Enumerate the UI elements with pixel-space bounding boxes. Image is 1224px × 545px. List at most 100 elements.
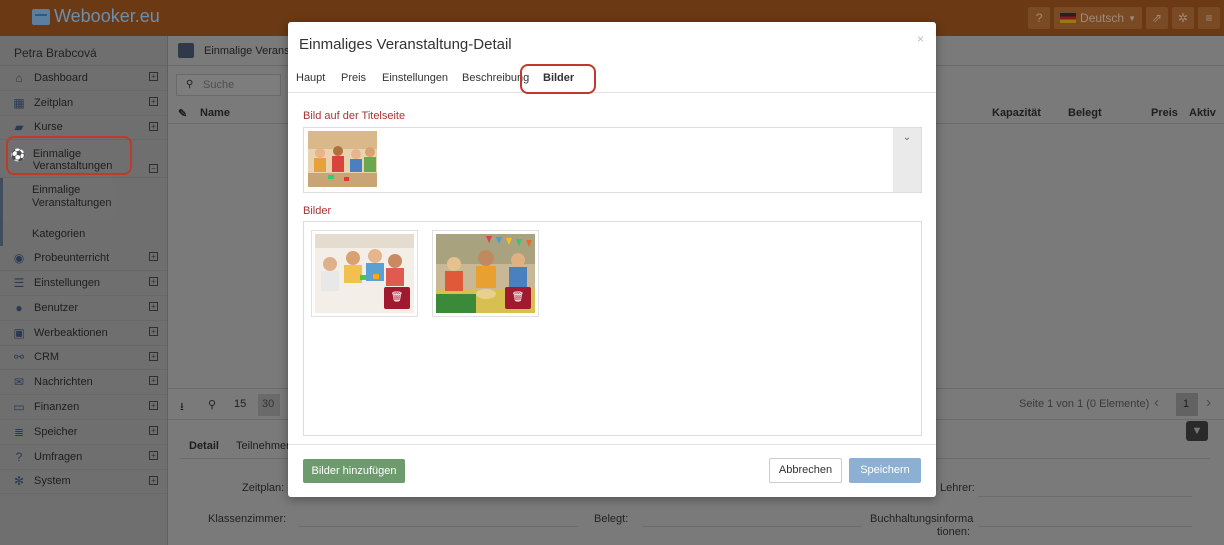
- sidebar-item-label: Benutzer: [34, 301, 79, 314]
- sidebar-item-label: Werbeaktionen: [34, 326, 108, 339]
- sidebar-item-speicher[interactable]: ≣ Speicher +: [0, 420, 167, 445]
- sidebar-item-label: CRM: [34, 351, 60, 364]
- cancel-button[interactable]: Abbrechen: [769, 458, 842, 483]
- submenu: Einmalige Veranstaltungen Kategorien: [0, 178, 167, 247]
- search-icon[interactable]: ⚲: [208, 398, 216, 411]
- field-zeitplan-label: Zeitplan:: [242, 482, 285, 494]
- refresh-icon[interactable]: [178, 43, 194, 58]
- gallery-image[interactable]: 🗑: [432, 230, 539, 317]
- sidebar-item-werbeaktionen[interactable]: ▣ Werbeaktionen +: [0, 321, 167, 346]
- chevron-right-icon[interactable]: ›: [1206, 394, 1211, 411]
- envelope-icon: ✉: [13, 375, 25, 390]
- german-flag-icon: [1060, 13, 1077, 23]
- modal-tabs: Haupt Preis Einstellungen Beschreibung B…: [288, 66, 936, 93]
- column-active[interactable]: Aktiv: [1189, 107, 1216, 119]
- tab-haupt[interactable]: Haupt: [296, 72, 325, 84]
- trash-icon[interactable]: 🗑: [384, 287, 410, 309]
- column-booked[interactable]: Belegt: [1068, 107, 1102, 119]
- field-buchhaltung-label: Buchhaltungsinforma tionen:: [870, 513, 973, 539]
- close-icon[interactable]: ×: [917, 32, 924, 46]
- home-icon: ⌂: [15, 70, 23, 85]
- app-logo-text: Webooker.eu: [54, 6, 160, 26]
- sliders-icon: ☰: [13, 276, 25, 291]
- expand-icon[interactable]: +: [149, 301, 158, 311]
- field-belegt-label: Belegt:: [594, 513, 629, 525]
- external-link-icon[interactable]: ⇗: [1146, 7, 1168, 29]
- expand-icon[interactable]: +: [149, 475, 158, 485]
- modal-title: Einmaliges Veranstaltung-Detail: [299, 36, 512, 53]
- gear-icon[interactable]: ✲: [1172, 7, 1194, 29]
- calendar-logo-icon: [32, 8, 50, 25]
- column-name[interactable]: Name: [200, 107, 230, 119]
- highlight-sidebar-subitem: [6, 136, 132, 175]
- page-number[interactable]: 1: [1176, 393, 1198, 416]
- search-icon: ⚲: [186, 79, 194, 90]
- language-label: Deutsch: [1080, 11, 1125, 25]
- sidebar-item-benutzer[interactable]: ● Benutzer +: [0, 296, 167, 321]
- sidebar-item-umfragen[interactable]: ? Umfragen +: [0, 445, 167, 470]
- save-button[interactable]: Speichern: [849, 458, 921, 483]
- sidebar-item-nachrichten[interactable]: ✉ Nachrichten +: [0, 370, 167, 396]
- sidebar-item-zeitplan[interactable]: ▦ Zeitplan +: [0, 91, 167, 116]
- search-placeholder: Suche: [203, 79, 235, 91]
- hamburger-icon[interactable]: ≡: [1198, 7, 1220, 29]
- gallery-image[interactable]: 🗑: [311, 230, 418, 317]
- tab-preis[interactable]: Preis: [341, 72, 366, 84]
- sidebar-item-label: Zeitplan: [34, 96, 74, 109]
- column-price[interactable]: Preis: [1151, 107, 1178, 119]
- sidebar-item-label: Dashboard: [34, 71, 88, 84]
- download-icon[interactable]: ⭳: [180, 398, 184, 417]
- money-icon: ▭: [13, 400, 25, 415]
- sidebar-item-label: Kurse: [34, 121, 63, 134]
- gallery-label: Bilder: [303, 205, 332, 217]
- search-input[interactable]: ⚲ Suche: [176, 74, 281, 96]
- tab-detail[interactable]: Detail: [189, 440, 219, 452]
- expand-icon[interactable]: +: [149, 96, 158, 106]
- sidebar-item-finanzen[interactable]: ▭ Finanzen +: [0, 395, 167, 420]
- sidebar-item-probeunterricht[interactable]: ◉ Probeunterricht +: [0, 246, 167, 272]
- field-klassenzimmer-value: [298, 526, 578, 527]
- cover-image-label: Bild auf der Titelseite: [303, 110, 406, 122]
- cogs-icon: ✻: [13, 474, 25, 489]
- question-icon[interactable]: ?: [1028, 7, 1051, 29]
- field-buchhaltung-line2: tionen:: [936, 526, 970, 538]
- tab-einstellungen[interactable]: Einstellungen: [382, 72, 448, 84]
- cover-image-select[interactable]: ⌄: [303, 127, 922, 193]
- expand-icon[interactable]: +: [149, 121, 158, 131]
- expand-icon[interactable]: +: [149, 376, 158, 386]
- sidebar-subitem-einmalige-veranstaltungen[interactable]: Einmalige Veranstaltungen: [3, 178, 113, 223]
- collapse-icon[interactable]: −: [149, 164, 158, 174]
- column-capacity[interactable]: Kapazität: [992, 107, 1041, 119]
- add-images-button[interactable]: Bilder hinzufügen: [303, 459, 405, 483]
- expand-icon[interactable]: +: [149, 425, 158, 435]
- sidebar-item-dashboard[interactable]: ⌂ Dashboard +: [0, 66, 167, 91]
- sidebar-subitem-kategorien[interactable]: Kategorien: [3, 222, 167, 246]
- sidebar-item-label: Umfragen: [34, 450, 83, 463]
- handshake-icon: ⚯: [13, 350, 25, 365]
- expand-icon[interactable]: +: [149, 326, 158, 336]
- app-logo[interactable]: Webooker.eu: [32, 6, 160, 27]
- sidebar-item-crm[interactable]: ⚯ CRM +: [0, 346, 167, 371]
- gift-icon: ▣: [13, 325, 25, 340]
- chevron-left-icon[interactable]: ‹: [1154, 394, 1159, 411]
- expand-icon[interactable]: +: [149, 401, 158, 411]
- expand-icon[interactable]: +: [149, 450, 158, 460]
- sidebar-item-einstellungen[interactable]: ☰ Einstellungen +: [0, 271, 167, 296]
- sidebar-item-label: Finanzen: [34, 401, 80, 414]
- pager-info: Seite 1 von 1 (0 Elemente): [1019, 398, 1150, 410]
- user-name[interactable]: Petra Brabcová: [0, 36, 167, 66]
- page-size-30[interactable]: 30: [258, 394, 280, 416]
- expand-icon[interactable]: +: [149, 72, 158, 81]
- expand-icon[interactable]: +: [149, 351, 158, 361]
- expand-icon[interactable]: +: [149, 252, 158, 262]
- sidebar-item-label: Probeunterricht: [34, 252, 110, 265]
- field-lehrer-value: [978, 496, 1192, 497]
- expand-icon[interactable]: +: [149, 277, 158, 287]
- edit-icon: ✎: [178, 108, 188, 120]
- tab-teilnehmer[interactable]: Teilnehmer: [236, 440, 290, 452]
- sidebar-item-system[interactable]: ✻ System +: [0, 470, 167, 495]
- trash-icon[interactable]: 🗑: [505, 287, 531, 309]
- language-select[interactable]: Deutsch ▼: [1054, 7, 1142, 29]
- page-size-15[interactable]: 15: [234, 398, 246, 410]
- chevron-down-icon[interactable]: ⌄: [893, 128, 921, 192]
